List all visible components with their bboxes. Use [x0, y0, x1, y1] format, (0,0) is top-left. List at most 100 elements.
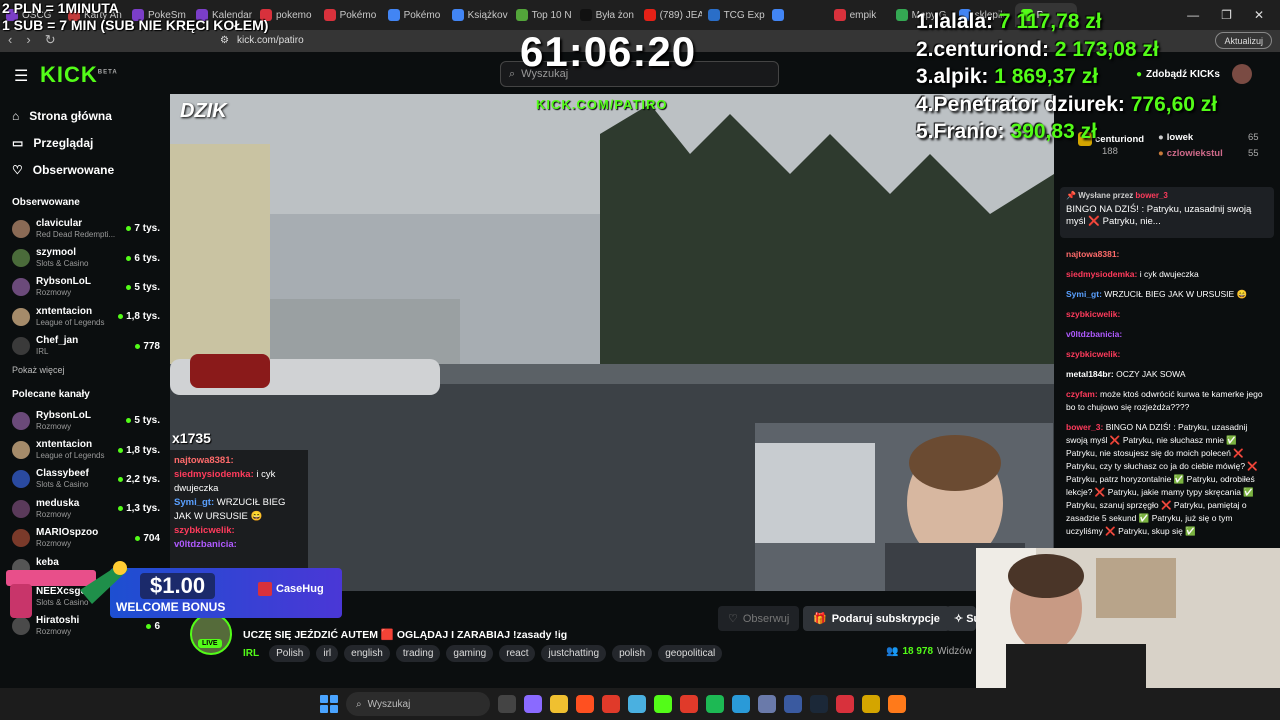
recommended-heading: Polecane kanały	[12, 388, 90, 400]
taskbar-app-icon[interactable]	[862, 695, 880, 713]
donation-promo: 2 PLN = 1MINUTA 1 SUB = 7 MIN (SUB NIE K…	[2, 0, 268, 34]
browser-tab[interactable]: empik	[828, 3, 890, 27]
sidebar-channel[interactable]: RybsonLoL Rozmowy 5 tys.	[0, 406, 170, 435]
sidebar-channel[interactable]: Classybeef Slots & Casino 2,2 tys.	[0, 465, 170, 494]
live-dot-icon	[126, 255, 132, 261]
channel-info: szymool Slots & Casino	[36, 247, 120, 269]
browser-tab[interactable]: Top 10 N	[510, 3, 574, 27]
chat-username[interactable]: metal184br:	[1066, 369, 1114, 379]
maximize-icon[interactable]: ❐	[1221, 8, 1232, 22]
taskbar-app-icon[interactable]	[732, 695, 750, 713]
channel-info: meduska Rozmowy	[36, 498, 112, 520]
chat-username[interactable]: v0ltdzbanicia:	[1066, 329, 1122, 339]
chat-text: WRZUCIŁ BIEG JAK W URSUSIE 😄	[1104, 289, 1248, 299]
sidebar-channel[interactable]: meduska Rozmowy 1,3 tys.	[0, 494, 170, 523]
taskbar-app-icon[interactable]	[654, 695, 672, 713]
taskbar-app-icon[interactable]	[784, 695, 802, 713]
subscribe-button[interactable]: ✧ Su	[946, 606, 976, 631]
sidebar-channel[interactable]: xntentacion League of Legends 1,8 tys.	[0, 302, 170, 331]
chat-username[interactable]: bower_3:	[1066, 422, 1103, 432]
channel-name: meduska	[36, 497, 80, 509]
browser-tab[interactable]: (789) JEA	[638, 3, 702, 27]
chat-username[interactable]: szybkicwelik:	[1066, 349, 1120, 359]
channel-viewers: 5 tys.	[126, 415, 160, 426]
windows-start-icon[interactable]	[320, 695, 338, 713]
stream-tag[interactable]: trading	[395, 645, 441, 662]
browser-tab[interactable]: Pokémo	[382, 3, 446, 27]
user-avatar[interactable]	[1232, 64, 1252, 84]
taskbar-app-icon[interactable]	[680, 695, 698, 713]
kick-logo[interactable]: KICKBETA	[40, 62, 118, 88]
leaderboard-rank: 1.	[916, 10, 934, 33]
taskbar-app-icon[interactable]	[628, 695, 646, 713]
stream-tag[interactable]: polish	[612, 645, 653, 662]
sidebar-nav-item[interactable]: ♡ Obserwowane	[0, 156, 170, 183]
follow-button[interactable]: ♡ Obserwuj	[718, 606, 800, 631]
forward-icon[interactable]: ›	[26, 32, 30, 48]
sidebar-channel[interactable]: szymool Slots & Casino 6 tys.	[0, 243, 170, 272]
pinned-message[interactable]: 📌 Wysłane przez bower_3 BINGO NA DZIŚ! :…	[1060, 187, 1274, 238]
gifter-item[interactable]: ● czlowiekstul	[1158, 148, 1223, 159]
kick-url-overlay: KICK.COM/PATIRO	[536, 97, 668, 112]
viewers-icon: 👥	[886, 646, 899, 657]
bronze-badge-icon: ●	[1158, 148, 1164, 159]
browser-tab[interactable]: Książkov	[446, 3, 510, 27]
update-button[interactable]: Aktualizuj	[1215, 32, 1272, 49]
sidebar-nav-item[interactable]: ▭ Przeglądaj	[0, 129, 170, 156]
sidebar-channel[interactable]: xntentacion League of Legends 1,8 tys.	[0, 435, 170, 464]
show-more-link[interactable]: Pokaż więcej	[0, 365, 170, 375]
minichat-message: najtowa8381:	[174, 454, 304, 468]
sidebar-nav-label: Przeglądaj	[33, 135, 94, 150]
stream-tag[interactable]: english	[344, 645, 390, 662]
sidebar-channel[interactable]: RybsonLoL Rozmowy 5 tys.	[0, 273, 170, 302]
stream-category[interactable]: IRL	[243, 648, 259, 659]
stream-tag[interactable]: gaming	[446, 645, 494, 662]
chat-username[interactable]: Symi_gt:	[1066, 289, 1102, 299]
sidebar-channel[interactable]: Chef_jan IRL 778	[0, 332, 170, 361]
taskbar-app-icon[interactable]	[576, 695, 594, 713]
browser-tab[interactable]	[766, 3, 828, 27]
stream-tag[interactable]: geopolitical	[658, 645, 723, 662]
browser-tab[interactable]: Była żon	[574, 3, 638, 27]
streamer-avatar[interactable]	[190, 613, 232, 655]
close-window-icon[interactable]: ✕	[1254, 8, 1264, 22]
taskbar-app-icon[interactable]	[550, 695, 568, 713]
channel-avatar	[12, 411, 30, 430]
stream-tag[interactable]: irl	[316, 645, 339, 662]
back-icon[interactable]: ‹	[8, 32, 12, 48]
reload-icon[interactable]: ↻	[45, 32, 56, 48]
sidebar-channel[interactable]: clavicular Red Dead Redempti... 7 tys.	[0, 214, 170, 243]
channel-category: Rozmowy	[36, 421, 72, 431]
stream-tag[interactable]: justchatting	[541, 645, 607, 662]
stream-tag[interactable]: react	[499, 645, 536, 662]
site-info-icon[interactable]: ⚙	[220, 35, 229, 46]
stream-tag[interactable]: Polish	[269, 645, 311, 662]
sidebar-channel[interactable]: MARIOspzoo Rozmowy 704	[0, 524, 170, 553]
browser-tab[interactable]: Pokémo	[318, 3, 382, 27]
chat-username[interactable]: szybkicwelik:	[1066, 309, 1120, 319]
taskbar-app-icon[interactable]	[524, 695, 542, 713]
taskbar-app-icon[interactable]	[706, 695, 724, 713]
tab-label: pokemo	[276, 9, 312, 21]
channel-avatar	[12, 441, 30, 460]
taskbar-app-icon[interactable]	[602, 695, 620, 713]
chat-username[interactable]: siedmysiodemka:	[1066, 269, 1137, 279]
taskbar-app-icon[interactable]	[836, 695, 854, 713]
taskbar-app-icon[interactable]	[498, 695, 516, 713]
chat-username[interactable]: najtowa8381:	[1066, 249, 1119, 259]
chat-username[interactable]: czyfam:	[1066, 389, 1098, 399]
gift-subscription-button[interactable]: 🎁 Podaruj subskrypcje	[803, 606, 950, 631]
tab-label: empik	[849, 9, 877, 21]
menu-icon[interactable]: ☰	[14, 66, 28, 86]
browser-tab[interactable]: TCG Exp	[702, 3, 766, 27]
taskbar-app-icon[interactable]	[810, 695, 828, 713]
taskbar-search-input[interactable]: ⌕ Wyszukaj	[346, 692, 490, 716]
streamer-webcam	[976, 548, 1280, 688]
taskbar-app-icon[interactable]	[888, 695, 906, 713]
ad-bonus-text: WELCOME BONUS	[116, 600, 226, 614]
sidebar-nav-item[interactable]: ⌂ Strona główna	[0, 102, 170, 129]
donation-leaderboard: 1.lalala: 7 117,78 zł 2.centuriond: 2 173…	[916, 8, 1217, 146]
taskbar-app-icon[interactable]	[758, 695, 776, 713]
gifter-count: 65	[1248, 132, 1259, 143]
tab-favicon-icon	[643, 9, 656, 21]
